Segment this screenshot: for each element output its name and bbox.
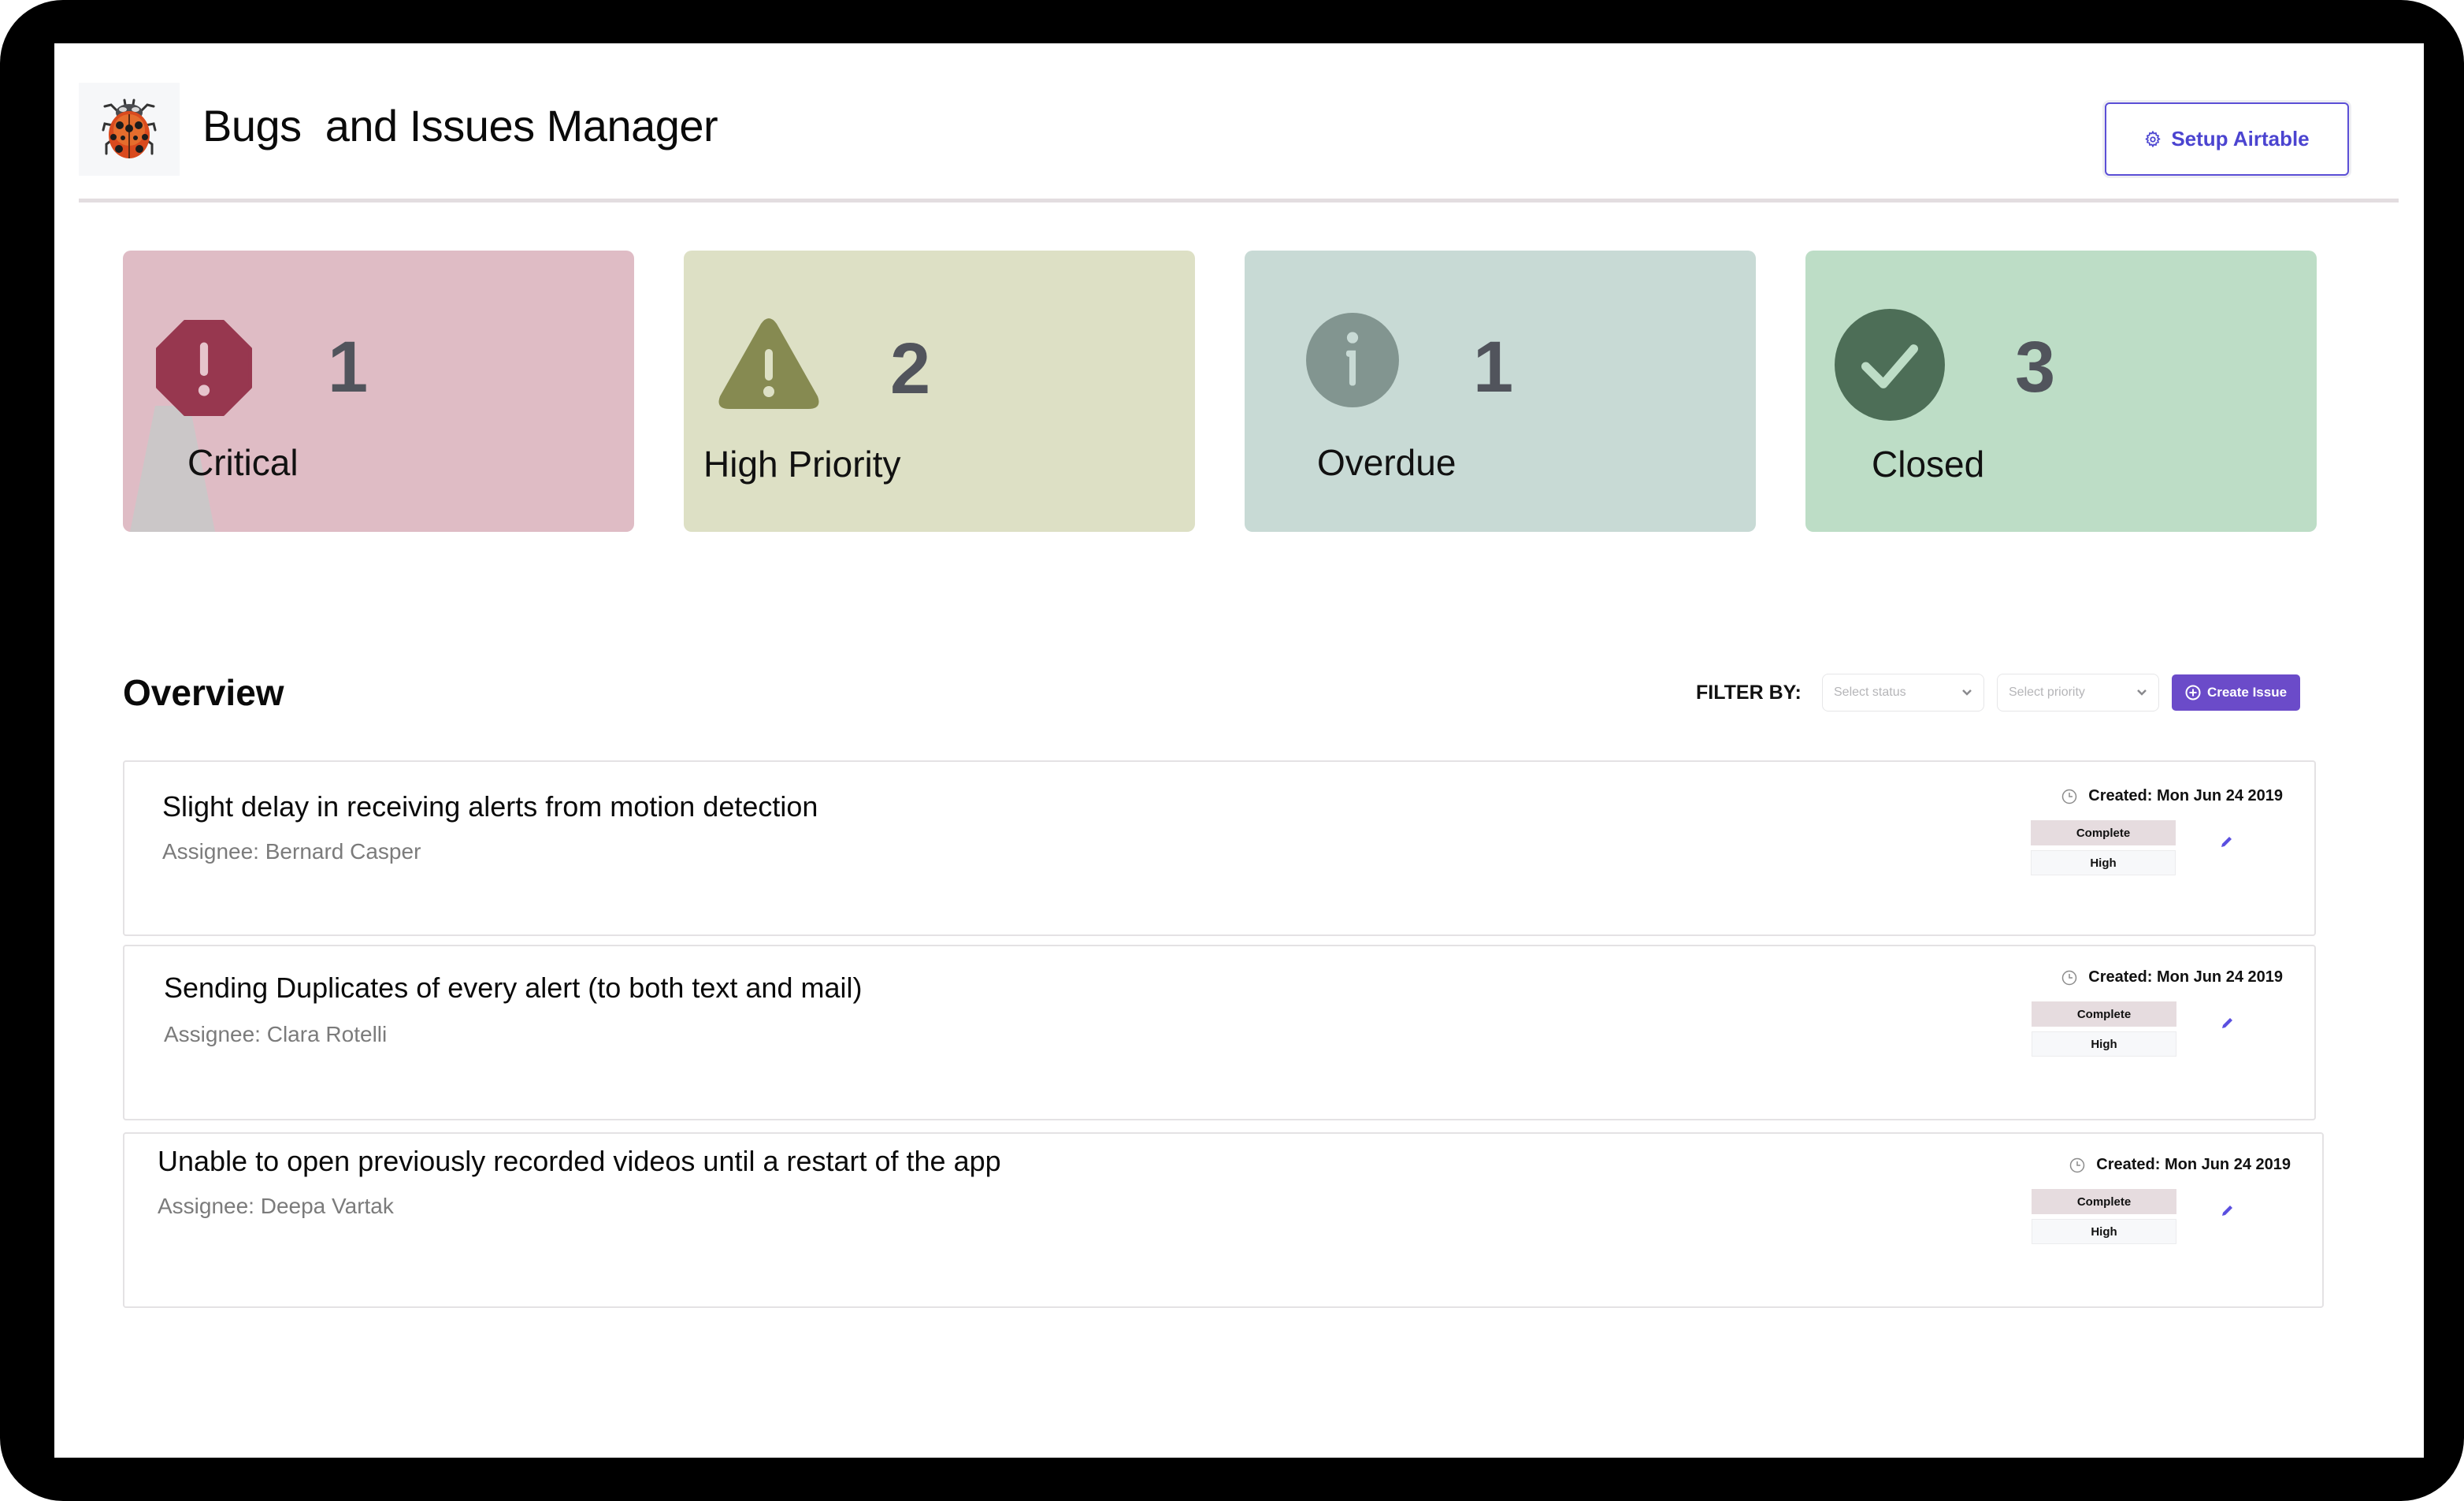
edit-pencil-icon[interactable] xyxy=(2221,1203,2235,1217)
app-title: Bugs and Issues Manager xyxy=(202,101,718,150)
issue-row[interactable]: Sending Duplicates of every alert (to bo… xyxy=(123,945,2316,1120)
create-issue-button[interactable]: Create Issue xyxy=(2172,674,2300,711)
clock-icon xyxy=(2062,789,2077,804)
closed-label: Closed xyxy=(1872,444,1985,485)
app-screen: Bugs and Issues Manager Setup Airtable 1… xyxy=(54,43,2424,1458)
clock-icon xyxy=(2062,970,2077,985)
created-text: Created: Mon Jun 24 2019 xyxy=(2096,1156,2291,1173)
filter-by-label: FILTER BY: xyxy=(1696,682,1802,704)
issue-assignee: Assignee: Deepa Vartak xyxy=(158,1194,394,1218)
issue-title: Sending Duplicates of every alert (to bo… xyxy=(164,972,863,1004)
issue-row[interactable]: Unable to open previously recorded video… xyxy=(123,1132,2324,1308)
octagon-alert-icon xyxy=(156,320,252,416)
app-logo xyxy=(79,83,180,176)
clock-icon xyxy=(2070,1157,2085,1172)
high-priority-count: 2 xyxy=(890,329,931,409)
issue-assignee: Assignee: Bernard Casper xyxy=(162,839,421,864)
plus-circle-icon xyxy=(2185,685,2201,700)
created-text: Created: Mon Jun 24 2019 xyxy=(2088,968,2283,986)
high-priority-label: High Priority xyxy=(703,444,901,485)
overview-title: Overview xyxy=(123,672,284,713)
info-circle-icon xyxy=(1306,313,1399,407)
issue-created-date: Created: Mon Jun 24 2019 xyxy=(2061,968,2283,986)
stat-card-high-priority[interactable]: 2 High Priority xyxy=(684,251,1195,532)
chevron-down-icon xyxy=(2137,689,2147,696)
issue-row[interactable]: Slight delay in receiving alerts from mo… xyxy=(123,760,2316,936)
ladybug-icon xyxy=(102,98,157,158)
issue-title: Slight delay in receiving alerts from mo… xyxy=(162,790,818,823)
gear-icon xyxy=(2145,130,2162,147)
stat-card-critical[interactable]: 1 Critical xyxy=(123,251,634,532)
status-badge: Complete xyxy=(2031,820,2176,845)
create-issue-label: Create Issue xyxy=(2206,685,2288,700)
edit-pencil-icon[interactable] xyxy=(2221,1016,2235,1030)
check-circle-icon xyxy=(1835,309,1945,421)
status-badge: Complete xyxy=(2032,1189,2176,1214)
edit-pencil-icon[interactable] xyxy=(2220,834,2234,849)
issue-title: Unable to open previously recorded video… xyxy=(158,1145,1001,1177)
chevron-down-icon xyxy=(1962,689,1972,696)
setup-airtable-label: Setup Airtable xyxy=(2171,127,2310,150)
overdue-count: 1 xyxy=(1473,327,1514,407)
triangle-warning-icon xyxy=(718,318,819,409)
stat-card-overdue[interactable]: 1 Overdue xyxy=(1245,251,1756,532)
priority-badge: High xyxy=(2032,1219,2176,1244)
status-select[interactable]: Select status xyxy=(1822,674,1984,711)
header-divider xyxy=(79,199,2399,202)
status-select-placeholder: Select status xyxy=(1834,685,1906,699)
issue-assignee: Assignee: Clara Rotelli xyxy=(164,1022,388,1046)
priority-badge: High xyxy=(2031,850,2176,875)
issue-created-date: Created: Mon Jun 24 2019 xyxy=(2061,787,2283,805)
created-text: Created: Mon Jun 24 2019 xyxy=(2088,787,2283,804)
critical-count: 1 xyxy=(328,327,369,407)
stat-card-closed[interactable]: 3 Closed xyxy=(1805,251,2317,532)
setup-airtable-button[interactable]: Setup Airtable xyxy=(2105,102,2349,176)
status-badge: Complete xyxy=(2032,1001,2176,1027)
device-frame: Bugs and Issues Manager Setup Airtable 1… xyxy=(0,0,2464,1501)
overdue-label: Overdue xyxy=(1317,442,1457,483)
closed-count: 3 xyxy=(2015,327,2056,407)
priority-badge: High xyxy=(2032,1031,2176,1057)
priority-select[interactable]: Select priority xyxy=(1997,674,2159,711)
issue-created-date: Created: Mon Jun 24 2019 xyxy=(2069,1156,2291,1174)
priority-select-placeholder: Select priority xyxy=(2009,685,2085,699)
critical-label: Critical xyxy=(187,442,299,483)
